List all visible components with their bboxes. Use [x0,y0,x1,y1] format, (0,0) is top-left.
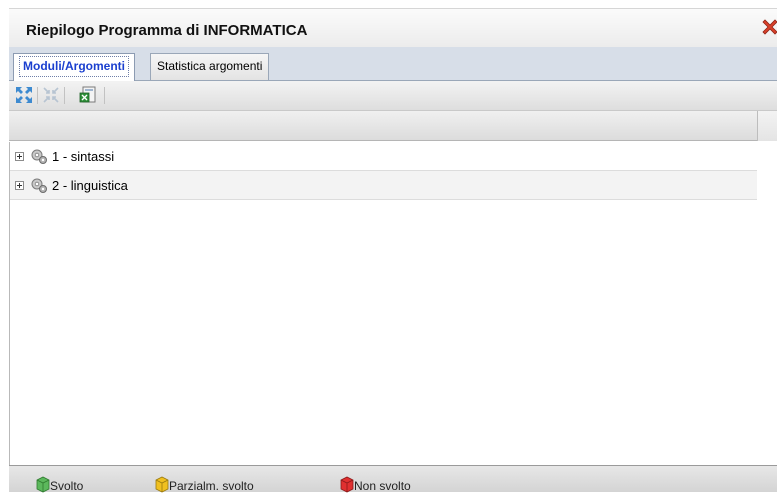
collapse-all-icon[interactable] [41,85,61,105]
legend-label: Svolto [50,479,84,493]
module-gears-icon [30,176,48,194]
tree-header-scroll-corner [757,111,777,141]
tree-column-header [9,111,757,141]
tree-row-module[interactable]: 2 - linguistica [9,171,757,200]
tab-label: Statistica argomenti [157,59,263,73]
tree-frame-border [9,142,10,465]
toolbar [9,81,777,111]
legend-bar: Svolto Parzialm. svolto Non svolto [9,465,777,493]
toolbar-separator [64,87,65,104]
dialog-title: Riepilogo Programma di INFORMATICA [26,22,308,39]
tree-row-label: 2 - linguistica [52,178,128,193]
tab-statistica-argomenti[interactable]: Statistica argomenti [150,53,270,80]
expand-plus-icon[interactable] [15,152,24,161]
toolbar-separator [37,87,38,104]
toolbar-separator [104,87,105,104]
expand-all-icon[interactable] [14,85,34,105]
module-tree: 1 - sintassi 2 - linguistica [9,142,757,465]
module-gears-icon [30,147,48,165]
tab-bar: Moduli/Argomenti Statistica argomenti [9,47,777,81]
tree-row-module[interactable]: 1 - sintassi [9,142,757,171]
expand-plus-icon[interactable] [15,181,24,190]
export-excel-icon[interactable] [79,85,99,105]
legend-label: Parzialm. svolto [169,479,254,493]
legend-label: Non svolto [354,479,411,493]
tab-moduli-argomenti[interactable]: Moduli/Argomenti [13,53,135,81]
dialog-titlebar: Riepilogo Programma di INFORMATICA [9,8,777,47]
close-icon[interactable] [760,17,777,37]
program-summary-dialog: Riepilogo Programma di INFORMATICA Modul… [0,0,777,493]
tab-label: Moduli/Argomenti [19,56,129,77]
tree-row-label: 1 - sintassi [52,149,115,164]
